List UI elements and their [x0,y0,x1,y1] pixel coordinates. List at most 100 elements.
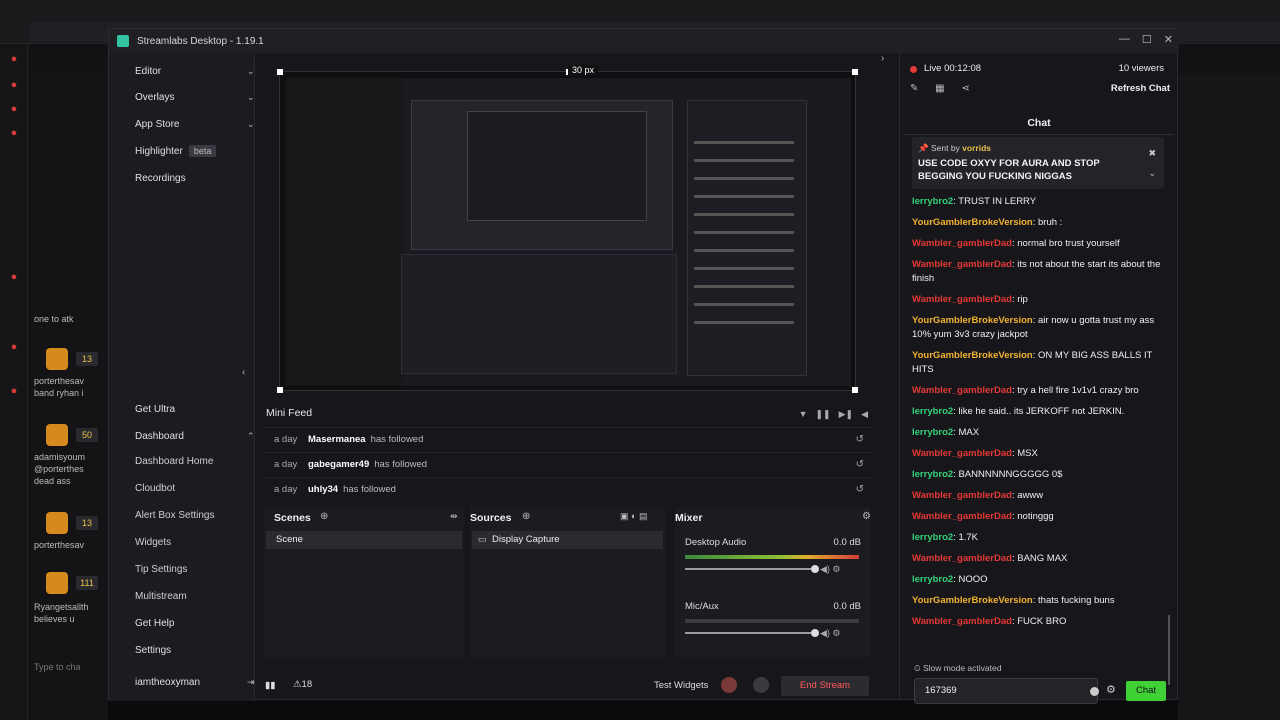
sidebar-item-overlays[interactable]: Overlays ⌄ [135,89,255,105]
sidebar-subitem-alert-box-settings[interactable]: Alert Box Settings [135,510,214,521]
resize-handle[interactable] [852,387,858,393]
chat-username[interactable]: Wambler_gamblerDad [912,385,1012,396]
replay-buffer-button[interactable] [753,677,769,693]
volume-slider[interactable] [685,568,815,570]
chat-scrollbar[interactable] [1168,615,1170,685]
sidebar-item-recordings[interactable]: Recordings [135,170,253,186]
close-icon[interactable]: ✕ [1164,33,1173,46]
chat-username[interactable]: Wambler_gamblerDad [912,553,1012,564]
add-source-icon[interactable]: ⊕ [522,511,530,522]
scene-transition-icon[interactable]: ⇹ [450,511,458,522]
rail-icon[interactable]: ● [7,52,21,66]
replay-icon[interactable]: ↺ [856,434,864,445]
test-widgets-button[interactable]: Test Widgets [654,680,708,691]
live-status: Live 00:12:08 10 viewers [910,63,1170,77]
chat-text: MAX [958,427,980,438]
rail-icon[interactable]: ● [7,102,21,116]
sidebar-subitem-cloudbot[interactable]: Cloudbot [135,483,175,494]
skip-icon[interactable]: ▶❚ [839,409,853,420]
chat-username[interactable]: Wambler_gamblerDad [912,616,1012,627]
user-account[interactable]: iamtheoxyman ⇥ [135,674,255,690]
volume-slider-knob[interactable] [811,565,819,573]
chevron-down-icon[interactable]: ⌄ [1148,168,1156,178]
chat-username[interactable]: Wambler_gamblerDad [912,490,1012,501]
get-ultra-button[interactable]: Get Ultra [135,401,253,417]
collapse-sidebar-icon[interactable]: ‹ [242,367,245,378]
rail-icon[interactable]: ● [7,78,21,92]
stats-icon[interactable]: ▮▮ [265,680,275,691]
rail-icon[interactable]: ● [7,270,21,284]
record-button[interactable] [721,677,737,693]
chat-username[interactable]: Wambler_gamblerDad [912,294,1012,305]
mute-icon[interactable]: ◀) ⚙ [820,564,841,575]
end-stream-button[interactable]: End Stream [781,676,869,696]
resize-handle[interactable] [852,69,858,75]
share-icon[interactable]: ⋖ [961,83,969,94]
source-tools-icon[interactable]: ▣ ◐ ▤ [620,511,647,522]
chat-username[interactable]: lerrybro2 [912,469,953,480]
source-item[interactable]: Display Capture [472,531,663,549]
rail-icon[interactable]: ● [7,126,21,140]
volume-slider[interactable] [685,632,815,634]
expand-right-icon[interactable]: › [881,53,884,64]
refresh-chat-button[interactable]: Refresh Chat [1111,83,1170,94]
volume-slider-knob[interactable] [811,629,819,637]
chat-input[interactable]: 167369 [914,678,1099,704]
sidebar-item-highlighter[interactable]: Highlighter beta [135,143,253,159]
chat-username[interactable]: Wambler_gamblerDad [912,448,1012,459]
chat-username[interactable]: Wambler_gamblerDad [912,238,1012,249]
sidebar-item-dashboard[interactable]: Dashboard ⌃ [135,428,255,444]
maximize-icon[interactable]: ☐ [1142,33,1152,46]
unpin-icon[interactable]: ✖ [1148,148,1156,158]
kick-count-badge: 111 [76,576,98,590]
preview-nested-chat [687,100,807,376]
chat-username[interactable]: lerrybro2 [912,532,953,543]
rail-icon[interactable]: ● [7,384,21,398]
minimize-icon[interactable]: — [1119,33,1130,46]
resize-handle[interactable] [277,69,283,75]
filter-icon[interactable]: ▼ [799,409,808,420]
performance-warning[interactable]: ⚠18 [293,679,312,690]
sidebar-item-label: Get Ultra [135,403,176,415]
scene-item[interactable]: Scene [266,531,462,549]
sidebar-subitem-dashboard-home[interactable]: Dashboard Home [135,456,213,467]
stream-preview[interactable] [277,69,858,393]
replay-icon[interactable]: ↺ [856,459,864,470]
edit-icon[interactable]: ✎ [910,83,918,94]
get-help-button[interactable]: Get Help [135,615,253,631]
tab-chat[interactable]: Chat [904,111,1174,135]
pause-icon[interactable]: ❚❚ [816,409,831,420]
mute-icon[interactable]: ◀) ⚙ [820,628,841,639]
chat-username[interactable]: YourGamblerBrokeVersion [912,217,1033,228]
send-chat-button[interactable]: Chat [1126,681,1166,701]
sidebar-item-settings[interactable]: Settings [135,642,253,658]
mixer-settings-icon[interactable]: ⚙ [862,511,871,522]
mixer-title: Mixer [675,512,703,524]
sidebar-item-editor[interactable]: Editor ⌄ [135,63,255,79]
emoji-icon[interactable] [1090,687,1099,696]
chat-username[interactable]: lerrybro2 [912,574,953,585]
sidebar-item-label: Overlays [135,91,175,103]
logout-icon[interactable]: ⇥ [247,677,255,688]
replay-icon[interactable]: ↺ [856,484,864,495]
live-timer: Live 00:12:08 [924,63,982,74]
chat-username[interactable]: YourGamblerBrokeVersion [912,315,1033,326]
chat-settings-icon[interactable]: ⚙ [1106,683,1116,696]
add-scene-icon[interactable]: ⊕ [320,511,328,522]
sidebar-subitem-tip-settings[interactable]: Tip Settings [135,564,187,575]
chat-username[interactable]: Wambler_gamblerDad [912,259,1012,270]
volume-icon[interactable]: ◀ [861,409,868,420]
chat-username[interactable]: Wambler_gamblerDad [912,511,1012,522]
sidebar-subitem-multistream[interactable]: Multistream [135,591,187,602]
chat-username[interactable]: YourGamblerBrokeVersion [912,350,1033,361]
chat-username[interactable]: lerrybro2 [912,427,953,438]
dashboard-icon[interactable]: ▦ [935,83,944,94]
rail-icon[interactable]: ● [7,340,21,354]
chat-input-value: 167369 [925,685,957,696]
sidebar-item-app-store[interactable]: App Store ⌄ [135,116,255,132]
resize-handle[interactable] [277,387,283,393]
chat-username[interactable]: YourGamblerBrokeVersion [912,595,1033,606]
chat-username[interactable]: lerrybro2 [912,196,953,207]
sidebar-subitem-widgets[interactable]: Widgets [135,537,171,548]
chat-username[interactable]: lerrybro2 [912,406,953,417]
